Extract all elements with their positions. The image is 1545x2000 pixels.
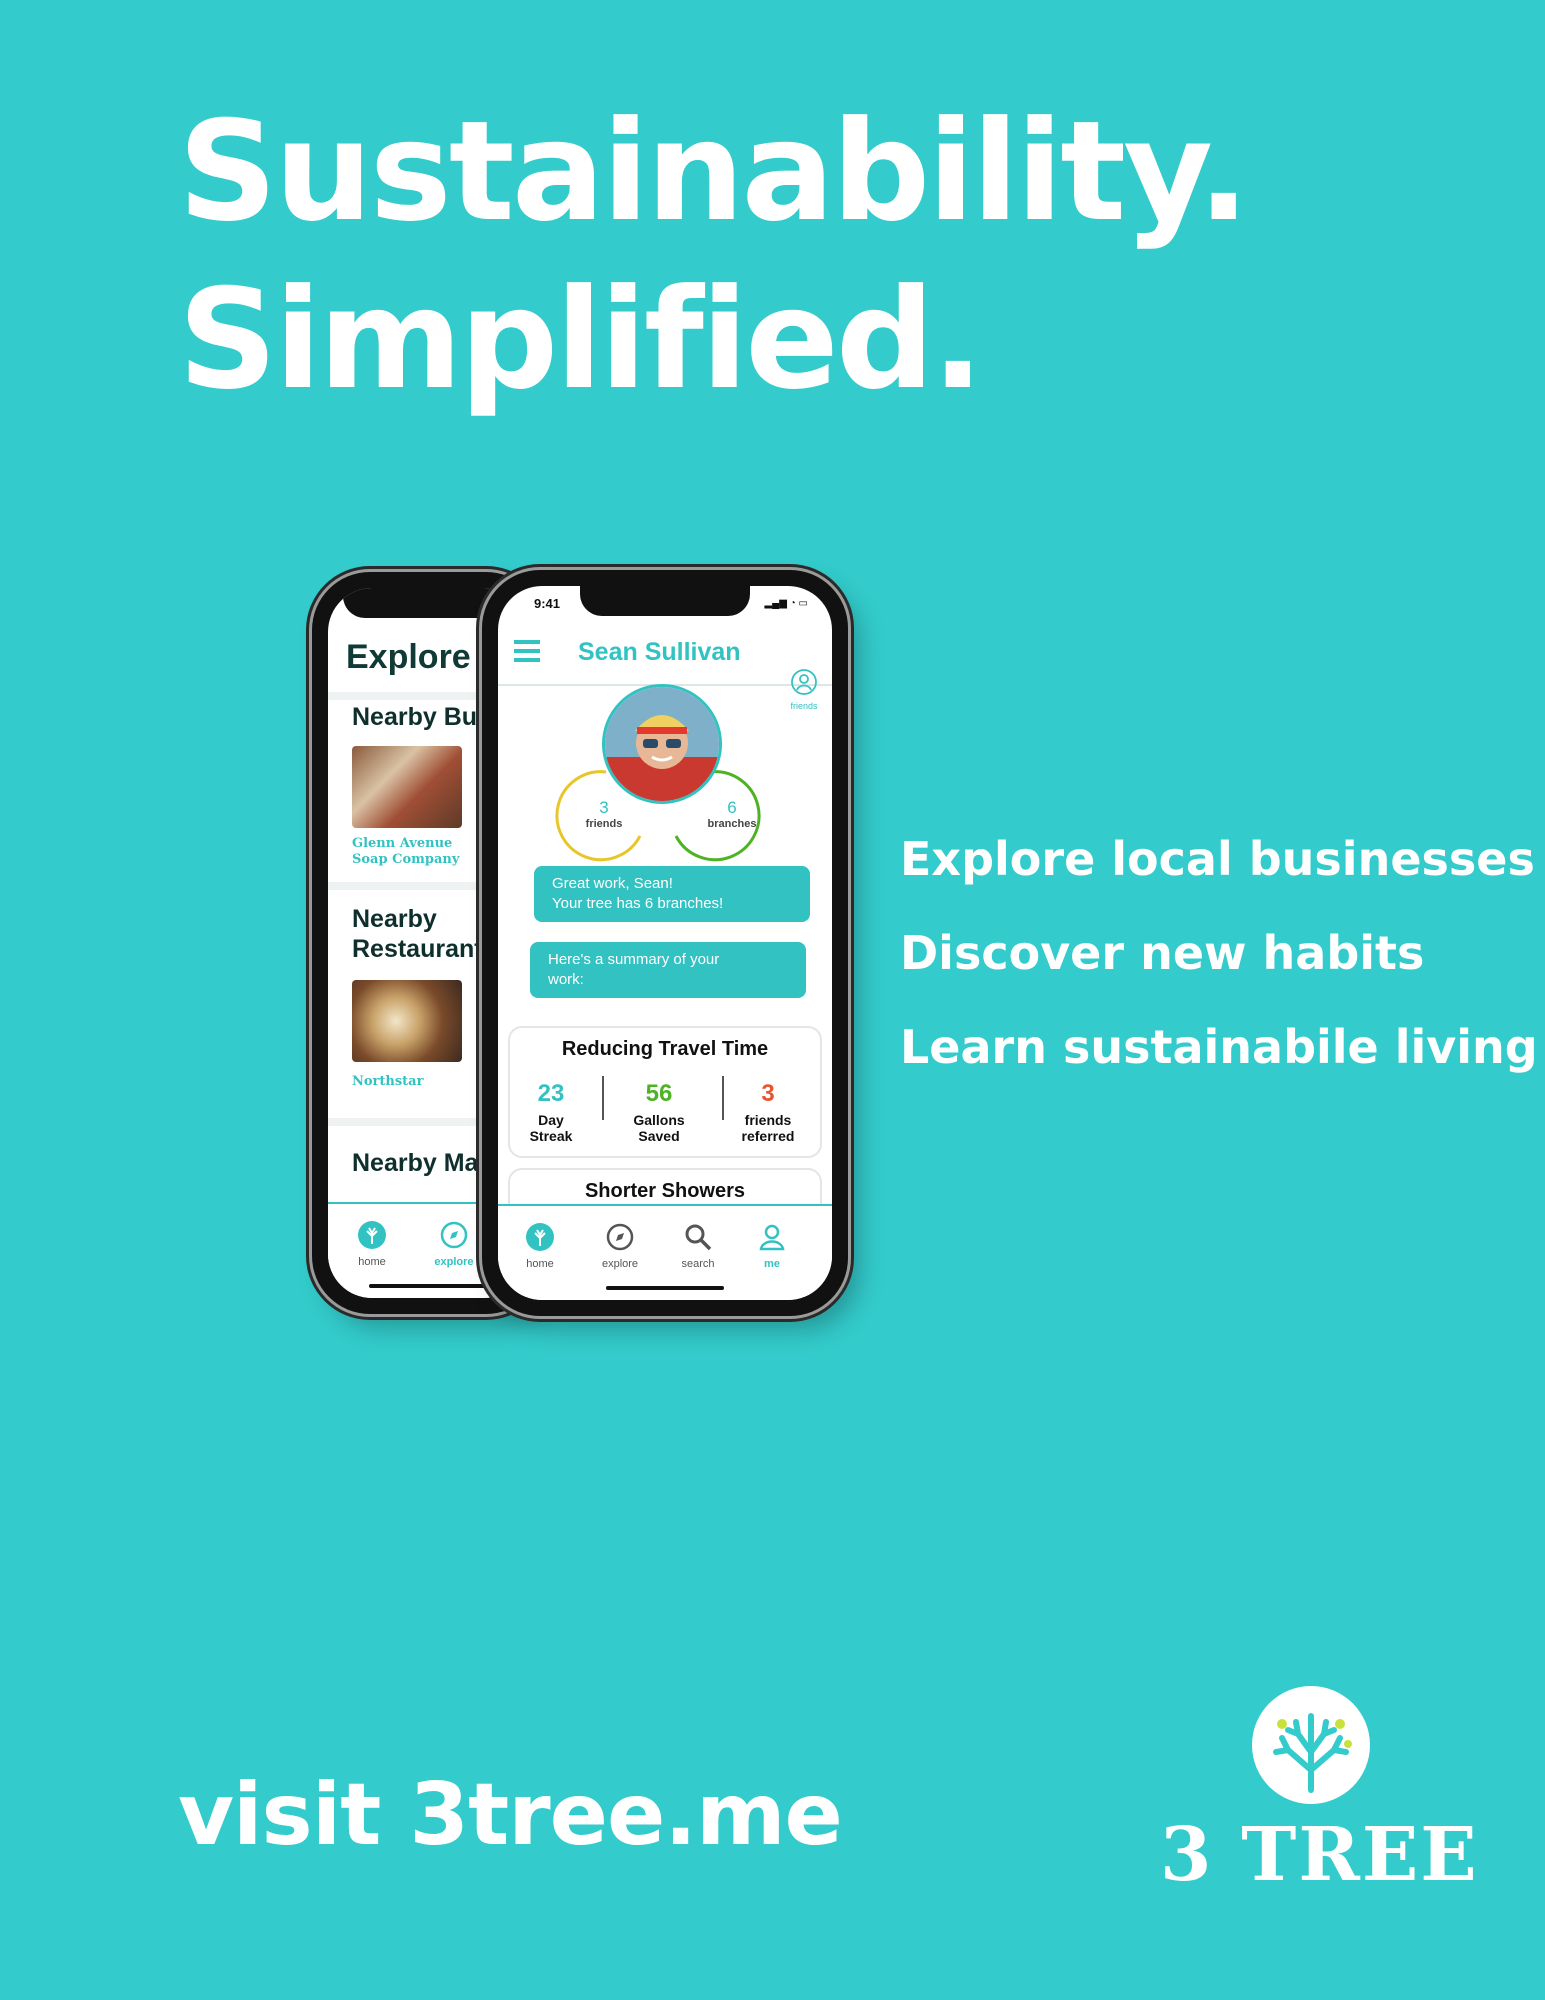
phone-notch — [580, 586, 750, 616]
avatar-photo — [605, 687, 719, 801]
tab-search[interactable]: search — [668, 1222, 728, 1270]
message-bubble: Here's a summary of your work: — [530, 942, 806, 998]
logo: 3 TREE — [1160, 1680, 1477, 1898]
metric-gallons-saved: 56 Gallons Saved — [633, 1080, 685, 1144]
tree-icon — [1273, 1713, 1352, 1793]
habit-card-travel[interactable]: Reducing Travel Time 23 Day Streak 56 Ga… — [508, 1026, 822, 1158]
feature-item: Learn sustainabile living — [900, 1020, 1538, 1074]
branches-label: branches — [707, 818, 757, 830]
avatar[interactable] — [602, 684, 722, 804]
user-circle-icon — [791, 669, 817, 695]
headline-line-2: Simplified. — [178, 259, 984, 420]
friends-button[interactable]: friends — [784, 668, 824, 711]
restaurant-photo[interactable] — [352, 980, 462, 1062]
phone-profile: 9:41 ▂▄▆ ◔ ▭ Sean Sullivan friends 3 fri… — [482, 570, 848, 1316]
card-title: Reducing Travel Time — [561, 1038, 769, 1060]
friends-count: 3 — [599, 798, 609, 817]
compass-icon — [440, 1221, 468, 1249]
home-indicator — [606, 1286, 724, 1290]
logo-mark — [1252, 1686, 1370, 1804]
menu-icon[interactable] — [514, 640, 542, 662]
tab-explore[interactable]: explore — [590, 1222, 650, 1270]
friends-label: friends — [585, 818, 623, 830]
card-title: Shorter Showers — [584, 1180, 746, 1202]
user-icon — [759, 1224, 785, 1251]
profile-name: Sean Sullivan — [578, 638, 741, 666]
headline-line-1: Sustainability. — [178, 91, 1250, 252]
status-time: 9:41 — [358, 598, 385, 613]
headline: Sustainability. Simplified. — [178, 88, 1250, 424]
business-name[interactable]: Glenn Avenue Soap Company — [352, 836, 492, 868]
status-time: 9:41 — [534, 596, 561, 611]
metric-divider — [602, 1076, 604, 1120]
logo-wordmark: 3 TREE — [1160, 1812, 1479, 1898]
feature-item: Discover new habits — [900, 926, 1425, 980]
tab-explore[interactable]: explore — [424, 1220, 484, 1268]
tab-home[interactable]: home — [510, 1222, 570, 1270]
section-title-nearby-restaurants: Nearby Restaurant — [352, 905, 483, 963]
visit-url[interactable]: visit 3tree.me — [178, 1765, 843, 1865]
explore-title: Explore — [346, 638, 471, 676]
tree-icon — [358, 1221, 386, 1249]
message-bubble: Great work, Sean! Your tree has 6 branch… — [534, 866, 810, 922]
home-indicator — [369, 1284, 487, 1288]
section-title-nearby-markets: Nearby Ma — [352, 1149, 479, 1177]
profile-screen: 9:41 ▂▄▆ ◔ ▭ Sean Sullivan friends 3 fri… — [498, 586, 832, 1300]
feature-item: Explore local businesses — [900, 832, 1535, 886]
metric-day-streak: 23 Day Streak — [529, 1080, 573, 1144]
section-title-nearby-businesses: Nearby Bu — [352, 703, 478, 731]
search-icon — [685, 1224, 712, 1251]
tab-home[interactable]: home — [342, 1220, 402, 1268]
metric-friends-referred: 3 friends referred — [741, 1080, 795, 1144]
tree-icon — [526, 1223, 554, 1251]
compass-icon — [606, 1223, 634, 1251]
tab-me[interactable]: me — [742, 1222, 802, 1270]
restaurant-name[interactable]: Northstar — [352, 1074, 423, 1090]
business-photo[interactable] — [352, 746, 462, 828]
feature-list: Explore local businesses Discover new ha… — [900, 812, 1538, 1094]
branches-count: 6 — [727, 798, 737, 817]
status-icons: ▂▄▆ ◔ ▭ — [764, 598, 808, 609]
